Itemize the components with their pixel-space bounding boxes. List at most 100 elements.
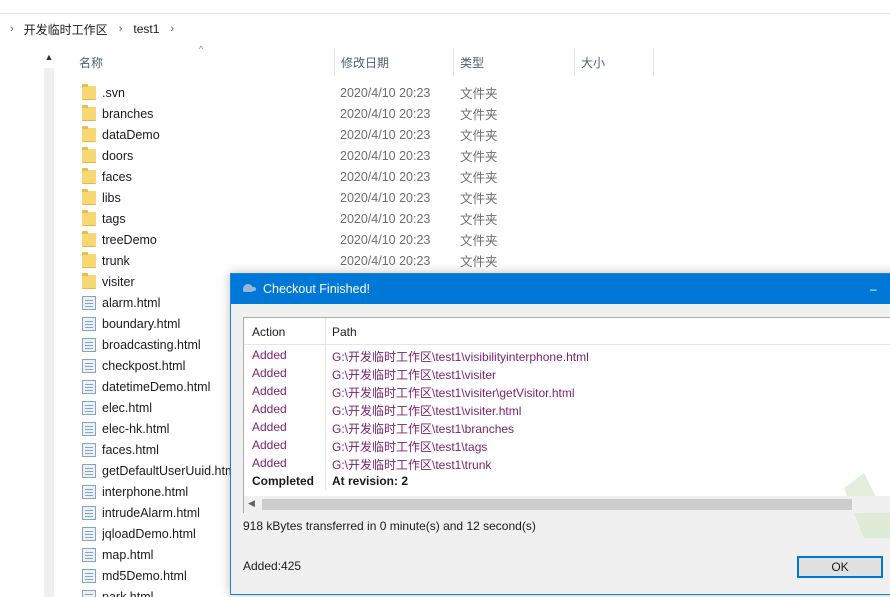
file-name: branches <box>102 106 154 121</box>
file-name: tags <box>102 211 126 226</box>
action-row[interactable]: Added G:\开发临时工作区\test1\visiter.html <box>244 400 890 418</box>
action-type: Completed <box>252 474 315 488</box>
file-date: 2020/4/10 20:23 <box>340 169 431 184</box>
column-header-action[interactable]: Action <box>252 325 285 339</box>
file-row[interactable]: libs 2020/4/10 20:23 文件夹 <box>78 187 678 208</box>
file-row[interactable]: tags 2020/4/10 20:23 文件夹 <box>78 208 678 229</box>
checkmark-watermark-icon <box>844 473 890 538</box>
action-row[interactable]: Added G:\开发临时工作区\test1\visiter\getVisitor… <box>244 382 890 400</box>
folder-icon <box>82 83 96 100</box>
action-list-header: Action Path <box>244 318 890 345</box>
dialog-title: Checkout Finished! <box>263 282 371 296</box>
column-header-type[interactable]: 类型 <box>453 48 573 76</box>
horizontal-scrollbar[interactable]: ◀ <box>244 496 890 513</box>
file-row[interactable]: faces 2020/4/10 20:23 文件夹 <box>78 166 678 187</box>
ribbon-edge <box>0 0 890 14</box>
ok-button[interactable]: OK <box>797 556 883 578</box>
folder-icon <box>82 104 96 121</box>
column-header-date[interactable]: 修改日期 <box>334 48 452 76</box>
html-file-icon <box>82 484 96 499</box>
scrollbar-thumb[interactable] <box>262 499 852 510</box>
action-list-body: Added G:\开发临时工作区\test1\visibilityinterpho… <box>244 345 890 490</box>
action-row[interactable]: Added G:\开发临时工作区\test1\visibilityinterpho… <box>244 346 890 364</box>
breadcrumb-current[interactable]: test1 <box>131 20 161 38</box>
file-type: 文件夹 <box>460 234 498 248</box>
action-row[interactable]: Completed At revision: 2 <box>244 472 890 490</box>
file-row[interactable]: dataDemo 2020/4/10 20:23 文件夹 <box>78 124 678 145</box>
file-row[interactable]: treeDemo 2020/4/10 20:23 文件夹 <box>78 229 678 250</box>
action-path: G:\开发临时工作区\test1\branches <box>332 422 515 436</box>
file-date: 2020/4/10 20:23 <box>340 148 431 163</box>
file-date: 2020/4/10 20:23 <box>340 85 431 100</box>
html-file-icon <box>82 316 96 331</box>
file-type: 文件夹 <box>460 108 498 122</box>
file-row[interactable]: trunk 2020/4/10 20:23 文件夹 <box>78 250 678 271</box>
html-file-icon <box>82 463 96 478</box>
action-path: G:\开发临时工作区\test1\visiter.html <box>332 404 522 418</box>
file-name: libs <box>102 190 121 205</box>
column-header-name[interactable]: 名称 <box>73 48 333 76</box>
scroll-up-arrow-icon[interactable]: ▲ <box>42 50 56 64</box>
folder-icon <box>82 251 96 268</box>
folder-icon <box>82 188 96 205</box>
action-type: Added <box>252 384 287 398</box>
file-date: 2020/4/10 20:23 <box>340 190 431 205</box>
address-bar[interactable]: › 开发临时工作区 › test1 › <box>0 17 890 41</box>
file-row[interactable]: .svn 2020/4/10 20:23 文件夹 <box>78 82 678 103</box>
action-type: Added <box>252 438 287 452</box>
column-header-size[interactable]: 大小 <box>574 48 654 76</box>
html-file-icon <box>82 400 96 415</box>
tortoise-icon <box>240 283 256 295</box>
html-file-icon <box>82 295 96 310</box>
file-type: 文件夹 <box>460 192 498 206</box>
file-type: 文件夹 <box>460 150 498 164</box>
html-file-icon <box>82 547 96 562</box>
folder-icon <box>82 230 96 247</box>
html-file-icon <box>82 505 96 520</box>
file-name: treeDemo <box>102 232 157 247</box>
action-type: Added <box>252 402 287 416</box>
action-row[interactable]: Added G:\开发临时工作区\test1\trunk <box>244 454 890 472</box>
added-count: Added:425 <box>243 559 302 573</box>
folder-icon <box>82 272 96 289</box>
dialog-titlebar[interactable]: Checkout Finished! – <box>231 274 890 304</box>
file-type: 文件夹 <box>460 87 498 101</box>
html-file-icon <box>82 421 96 436</box>
file-type: 文件夹 <box>460 255 498 269</box>
file-name: faces <box>102 169 132 184</box>
chevron-right-icon[interactable]: › <box>119 23 123 35</box>
nav-scrollbar[interactable] <box>44 68 54 597</box>
file-date: 2020/4/10 20:23 <box>340 106 431 121</box>
action-type: Added <box>252 348 287 362</box>
folder-icon <box>82 146 96 163</box>
action-row[interactable]: Added G:\开发临时工作区\test1\tags <box>244 436 890 454</box>
chevron-right-icon[interactable]: › <box>10 23 14 35</box>
file-row[interactable]: branches 2020/4/10 20:23 文件夹 <box>78 103 678 124</box>
action-row[interactable]: Added G:\开发临时工作区\test1\visiter <box>244 364 890 382</box>
action-type: Added <box>252 366 287 380</box>
breadcrumb-folder[interactable]: 开发临时工作区 <box>22 19 110 40</box>
html-file-icon <box>82 568 96 583</box>
html-file-icon <box>82 358 96 373</box>
file-row[interactable]: doors 2020/4/10 20:23 文件夹 <box>78 145 678 166</box>
html-file-icon <box>82 337 96 352</box>
column-header-path[interactable]: Path <box>332 325 357 339</box>
scroll-left-arrow-icon[interactable]: ◀ <box>248 498 255 509</box>
file-name: trunk <box>102 253 130 268</box>
checkout-finished-dialog: Checkout Finished! – Action Path Added G:… <box>230 273 890 595</box>
action-type: Added <box>252 456 287 470</box>
minimize-icon[interactable]: – <box>870 282 877 296</box>
action-path: G:\开发临时工作区\test1\visibilityinterphone.ht… <box>332 350 589 364</box>
file-date: 2020/4/10 20:23 <box>340 127 431 142</box>
action-path: G:\开发临时工作区\test1\tags <box>332 440 488 454</box>
explorer-window: › 开发临时工作区 › test1 › ▲ ^ 名称 修改日期 类型 大小 .s… <box>0 0 890 597</box>
action-path: G:\开发临时工作区\test1\visiter\getVisitor.html <box>332 386 575 400</box>
file-type: 文件夹 <box>460 129 498 143</box>
action-type: Added <box>252 420 287 434</box>
file-type: 文件夹 <box>460 213 498 227</box>
file-name: dataDemo <box>102 127 160 142</box>
chevron-right-icon[interactable]: › <box>170 23 174 35</box>
action-row[interactable]: Added G:\开发临时工作区\test1\branches <box>244 418 890 436</box>
html-file-icon <box>82 379 96 394</box>
file-type: 文件夹 <box>460 171 498 185</box>
